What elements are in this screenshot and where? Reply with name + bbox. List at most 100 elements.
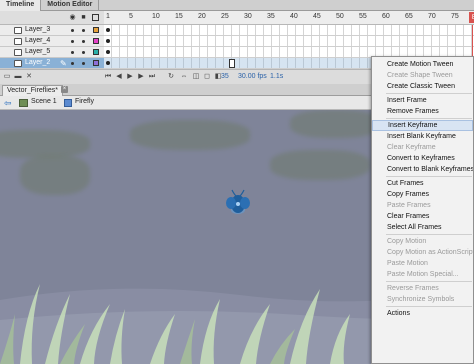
lock-dot[interactable] — [82, 51, 85, 54]
frame-ruler[interactable]: 75 70 65 60 55 50 45 40 35 30 25 20 15 10 5 1 80 — [104, 11, 474, 25]
ruler-tick-label: 5 — [129, 13, 133, 20]
keyframe-dot[interactable] — [106, 39, 110, 43]
ruler-tick-label: 35 — [267, 13, 275, 20]
eye-icon[interactable]: ◉ — [69, 14, 76, 21]
menu-separator — [386, 176, 472, 177]
playhead-frame-number[interactable]: 80 — [469, 12, 474, 23]
menu-item-cut-frames[interactable]: Cut Frames — [372, 178, 473, 189]
menu-item-copy-frames[interactable]: Copy Frames — [372, 189, 473, 200]
new-folder-icon[interactable]: ▬ — [14, 73, 22, 81]
scene-icon — [19, 99, 28, 107]
layer-row[interactable]: Layer_2 ✎ — [0, 58, 104, 69]
menu-item-create-motion-tween[interactable]: Create Motion Tween — [372, 59, 473, 70]
document-tab[interactable]: Vector_Fireflies* — [2, 85, 63, 96]
panel-tab-bar: Timeline Motion Editor — [0, 0, 474, 11]
first-frame-icon[interactable]: ⏮ — [104, 73, 112, 81]
layer-icon — [14, 27, 22, 34]
firefly-symbol[interactable] — [218, 184, 258, 224]
ruler-tick-label: 50 — [336, 13, 344, 20]
menu-item-convert-to-keyframes[interactable]: Convert to Keyframes — [372, 153, 473, 164]
ruler-tick-label: 40 — [290, 13, 298, 20]
ruler-tick-label: 65 — [405, 13, 413, 20]
play-icon[interactable]: ▶ — [126, 73, 134, 81]
layer-name[interactable]: Layer_4 — [25, 37, 50, 44]
ruler-tick-label: 70 — [428, 13, 436, 20]
menu-item-actions[interactable]: Actions — [372, 308, 473, 319]
ruler-tick-label: 75 — [451, 13, 459, 20]
layer-icon — [14, 38, 22, 45]
layer-row[interactable]: Layer_3 — [0, 25, 104, 36]
menu-separator — [386, 234, 472, 235]
menu-item-insert-frame[interactable]: Insert Frame — [372, 95, 473, 106]
tab-timeline[interactable]: Timeline — [0, 0, 42, 11]
visibility-dot[interactable] — [71, 62, 74, 65]
menu-item-insert-keyframe[interactable]: Insert Keyframe — [372, 120, 473, 131]
layer-name[interactable]: Layer_3 — [25, 26, 50, 33]
current-frame[interactable]: 35 — [221, 73, 229, 80]
lock-dot[interactable] — [82, 62, 85, 65]
layer-name[interactable]: Layer_2 — [25, 59, 50, 66]
close-icon[interactable]: × — [61, 86, 68, 93]
keyframe-dot[interactable] — [106, 61, 110, 65]
outline-icon[interactable] — [92, 14, 99, 21]
menu-item-create-classic-tween[interactable]: Create Classic Tween — [372, 81, 473, 92]
layer-icon — [14, 49, 22, 56]
layer-row[interactable]: Layer_5 — [0, 47, 104, 58]
frame-row[interactable] — [104, 36, 474, 47]
elapsed-time: 1.1s — [270, 73, 284, 80]
menu-separator — [386, 93, 472, 94]
menu-item-copy-motion: Copy Motion — [387, 238, 427, 245]
ruler-tick-label: 10 — [152, 13, 160, 20]
step-back-icon[interactable]: ◀ — [115, 73, 123, 81]
ruler-tick-label: 20 — [198, 13, 206, 20]
menu-item-create-shape-tween: Create Shape Tween — [387, 72, 453, 79]
layer-row[interactable]: Layer_4 — [0, 36, 104, 47]
ruler-tick-label: 25 — [221, 13, 229, 20]
lock-dot[interactable] — [82, 29, 85, 32]
layer-color-swatch[interactable] — [93, 38, 99, 44]
tab-motion-editor[interactable]: Motion Editor — [41, 0, 100, 11]
ruler-tick-label: 45 — [313, 13, 321, 20]
new-layer-icon[interactable]: ▭ — [3, 73, 11, 81]
keyframe-dot[interactable] — [106, 50, 110, 54]
menu-item-remove-frames[interactable]: Remove Frames — [372, 106, 473, 117]
context-menu: Create Motion Tween Create Shape Tween Cre… — [371, 56, 474, 364]
breadcrumb-symbol[interactable]: Firefly — [75, 98, 94, 105]
layer-color-swatch[interactable] — [93, 60, 99, 66]
menu-item-clear-frames[interactable]: Clear Frames — [372, 211, 473, 222]
menu-item-synchronize-symbols: Synchronize Symbols — [387, 296, 455, 303]
ruler-tick-label: 1 — [106, 13, 110, 20]
visibility-dot[interactable] — [71, 40, 74, 43]
breadcrumb-scene[interactable]: Scene 1 — [31, 98, 57, 105]
menu-separator — [386, 118, 472, 119]
lock-icon[interactable]: ■ — [80, 14, 87, 21]
ruler-tick-label: 60 — [382, 13, 390, 20]
layer-color-swatch[interactable] — [93, 49, 99, 55]
lock-dot[interactable] — [82, 40, 85, 43]
last-frame-icon[interactable]: ⏭ — [148, 73, 156, 81]
menu-item-clear-keyframe: Clear Keyframe — [387, 144, 436, 151]
delete-layer-icon[interactable]: ✕ — [25, 73, 33, 81]
layer-color-swatch[interactable] — [93, 27, 99, 33]
menu-separator — [386, 281, 472, 282]
visibility-dot[interactable] — [71, 29, 74, 32]
ruler-tick-label: 55 — [359, 13, 367, 20]
menu-item-convert-to-blank-keyframes[interactable]: Convert to Blank Keyframes — [372, 164, 473, 175]
frame-rate[interactable]: 30.00 fps — [238, 73, 267, 80]
back-arrow-icon[interactable]: ⇦ — [4, 98, 12, 109]
menu-item-insert-blank-keyframe[interactable]: Insert Blank Keyframe — [372, 131, 473, 142]
frame-row[interactable] — [104, 25, 474, 36]
document-title: Vector_Fireflies* — [7, 87, 58, 94]
keyframe-marker[interactable] — [229, 59, 235, 68]
visibility-dot[interactable] — [71, 51, 74, 54]
keyframe-dot[interactable] — [106, 28, 110, 32]
menu-item-select-all-frames[interactable]: Select All Frames — [372, 222, 473, 233]
layer-header: ◉ ■ — [0, 11, 104, 25]
loop-icon[interactable]: ↻ — [167, 73, 175, 81]
center-frame-icon[interactable]: ⇔ — [180, 73, 188, 81]
layer-name[interactable]: Layer_5 — [25, 48, 50, 55]
step-forward-icon[interactable]: ▶ — [137, 73, 145, 81]
pencil-icon: ✎ — [60, 59, 67, 68]
onion-outline-icon[interactable]: ◻ — [203, 73, 211, 81]
onion-skin-icon[interactable]: ◫ — [192, 73, 200, 81]
